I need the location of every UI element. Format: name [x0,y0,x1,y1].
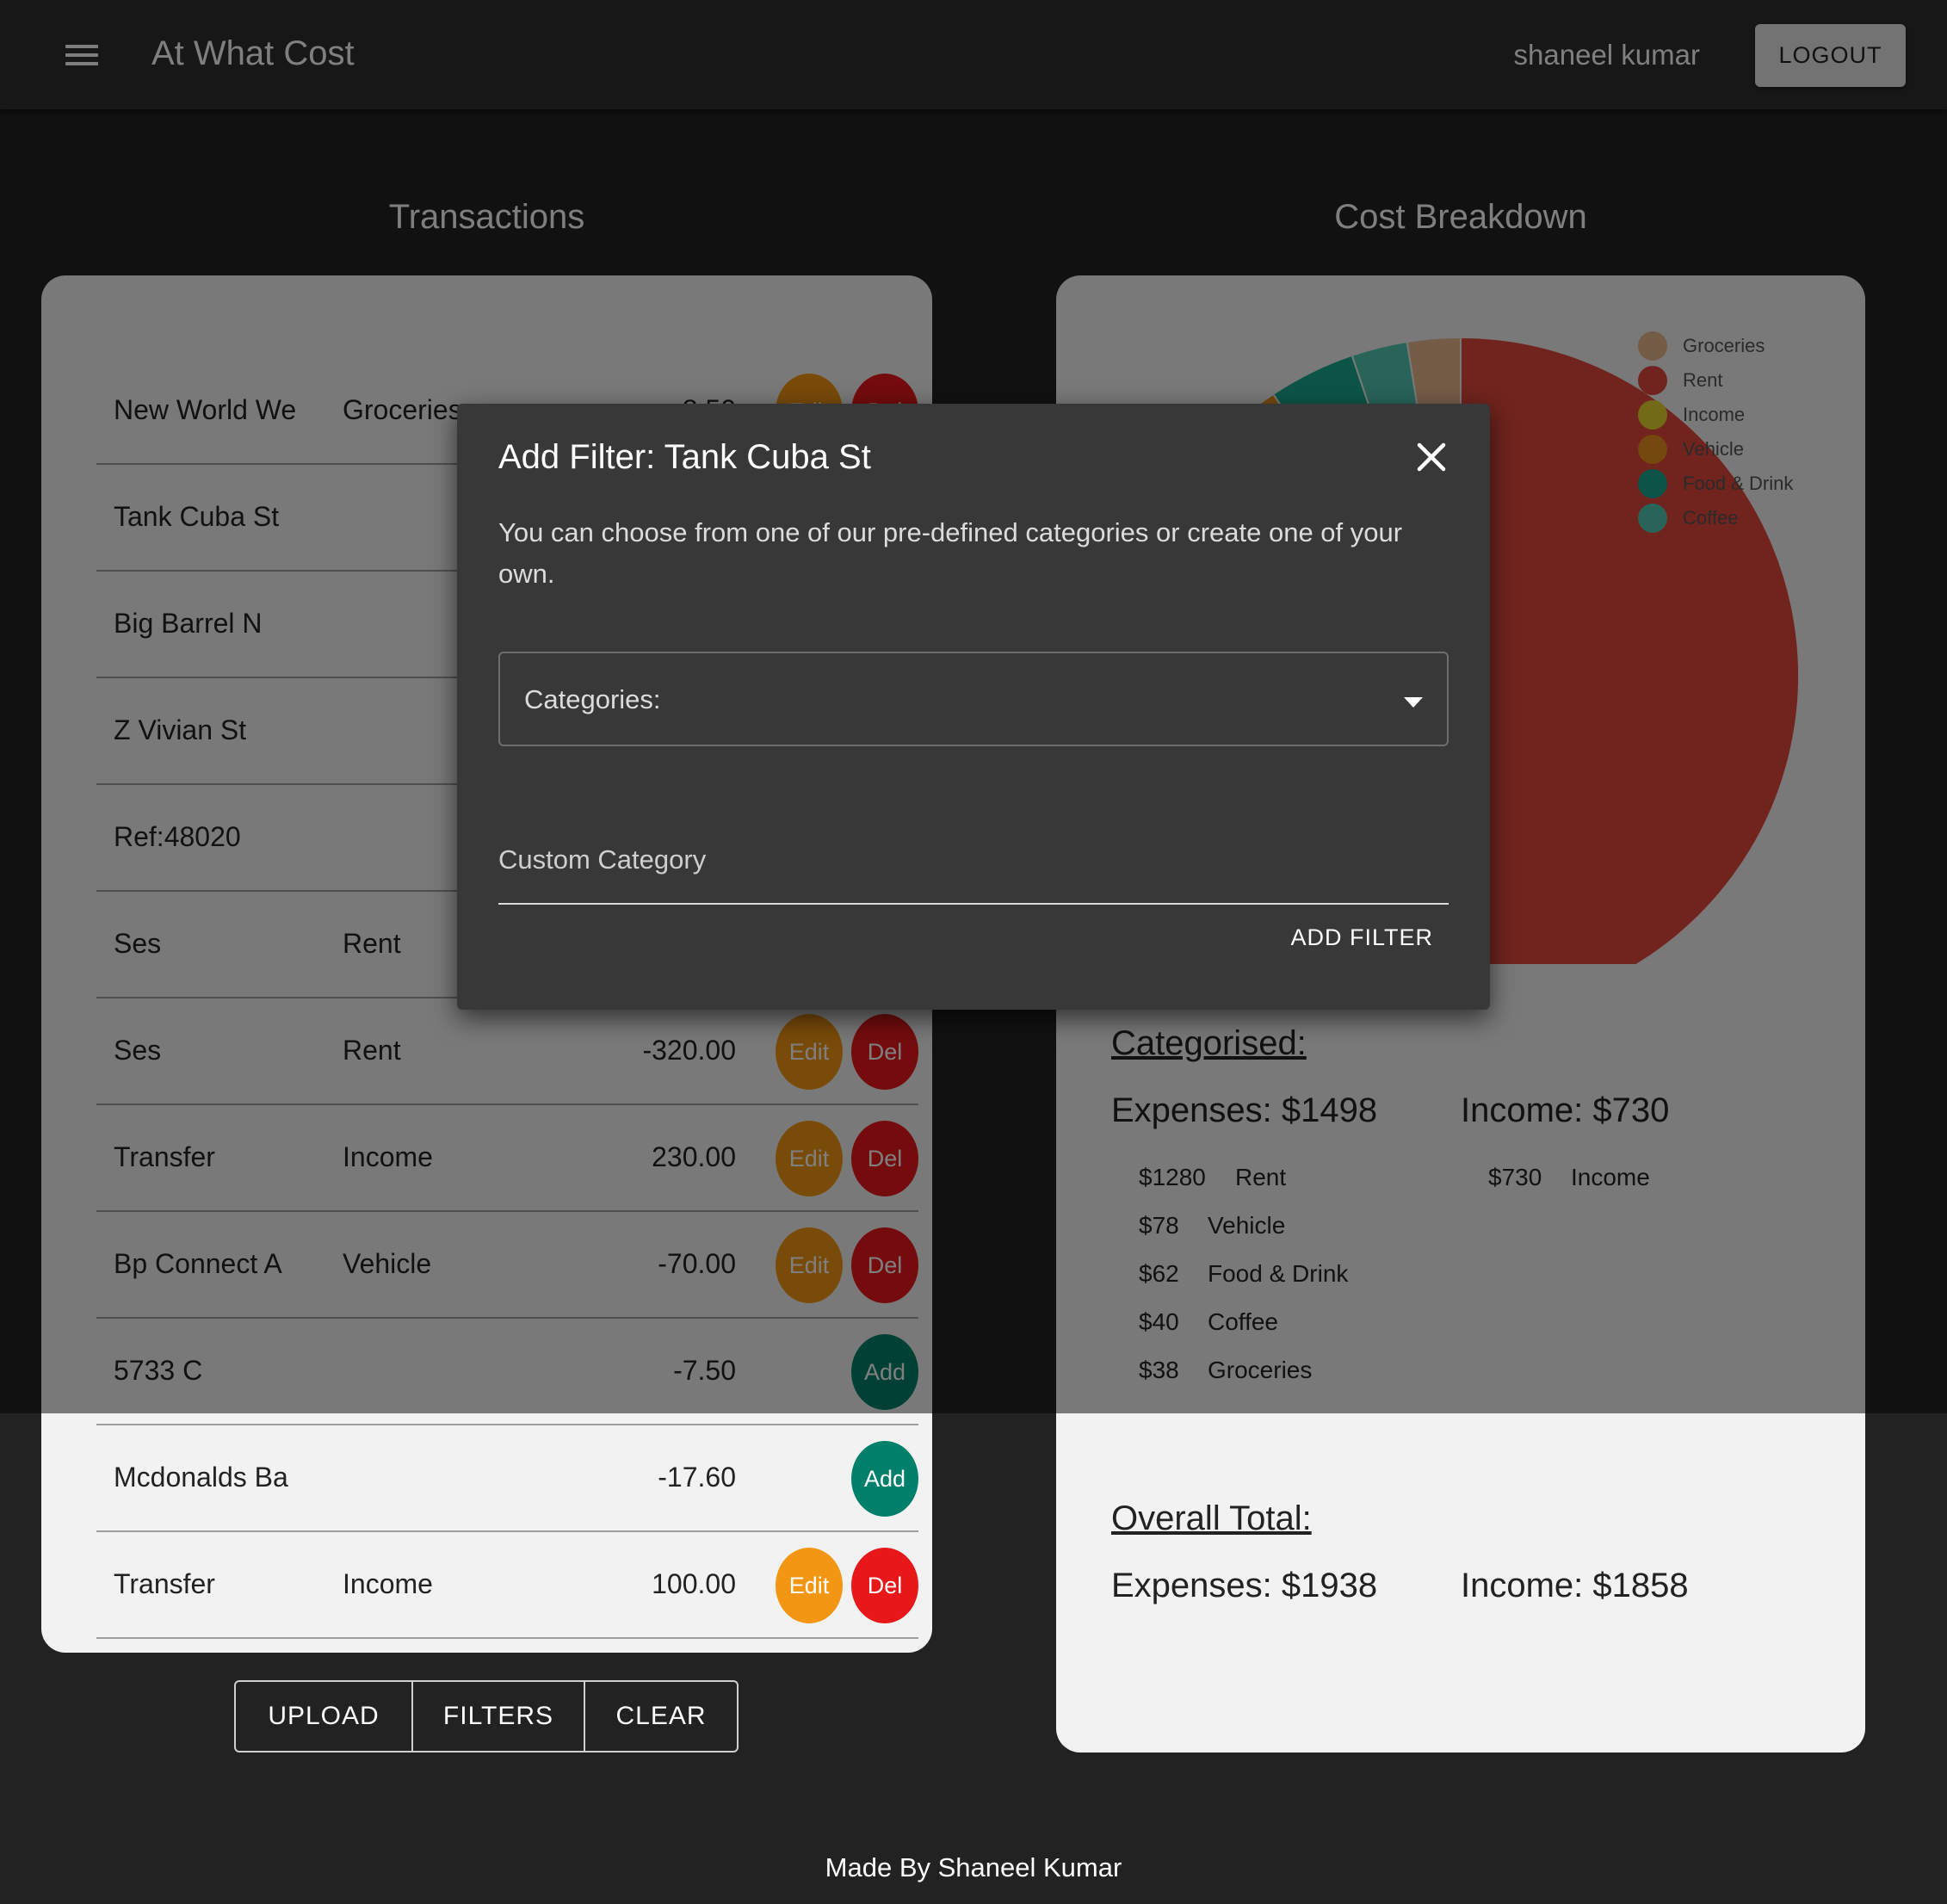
dialog-title: Add Filter: Tank Cuba St [498,438,871,476]
transaction-category: Income [343,1568,433,1599]
transaction-amount: -17.60 [658,1462,736,1493]
del-button[interactable]: Del [851,1548,918,1623]
overall-income: Income: $1858 [1461,1567,1689,1604]
add-filter-dialog: Add Filter: Tank Cuba St You can choose … [457,404,1490,1010]
edit-button[interactable]: Edit [776,1548,843,1623]
transaction-row: Mcdonalds Ba -17.60 Add [96,1427,918,1532]
transaction-row: Scope Caffe-10.30Add [96,1641,918,1653]
custom-category-label: Custom Category [498,844,707,875]
close-icon[interactable] [1414,440,1449,474]
overall-expenses: Expenses: $1938 [1111,1567,1378,1604]
categories-select[interactable]: Categories: [498,652,1449,746]
transaction-name: Transfer [114,1568,215,1599]
dialog-description: You can choose from one of our pre-defin… [498,517,1403,589]
footer-credit: Made By Shaneel Kumar [825,1852,1122,1882]
transaction-amount: 100.00 [652,1568,736,1599]
upload-button[interactable]: UPLOAD [236,1682,411,1751]
action-button-group: UPLOAD FILTERS CLEAR [234,1680,739,1753]
categories-select-label: Categories: [524,684,661,714]
dropdown-arrow-icon [1404,696,1423,712]
add-button[interactable]: Add [851,1441,918,1517]
clear-button[interactable]: CLEAR [584,1682,737,1751]
transaction-row: Transfer Income 100.00 Edit Del [96,1534,918,1639]
custom-category-input[interactable]: Custom Category [498,834,1449,905]
transaction-name: Mcdonalds Ba [114,1462,288,1493]
filters-button[interactable]: FILTERS [411,1682,584,1751]
overall-total-heading: Overall Total: [1111,1499,1312,1537]
add-filter-button[interactable]: ADD FILTER [1285,912,1438,963]
